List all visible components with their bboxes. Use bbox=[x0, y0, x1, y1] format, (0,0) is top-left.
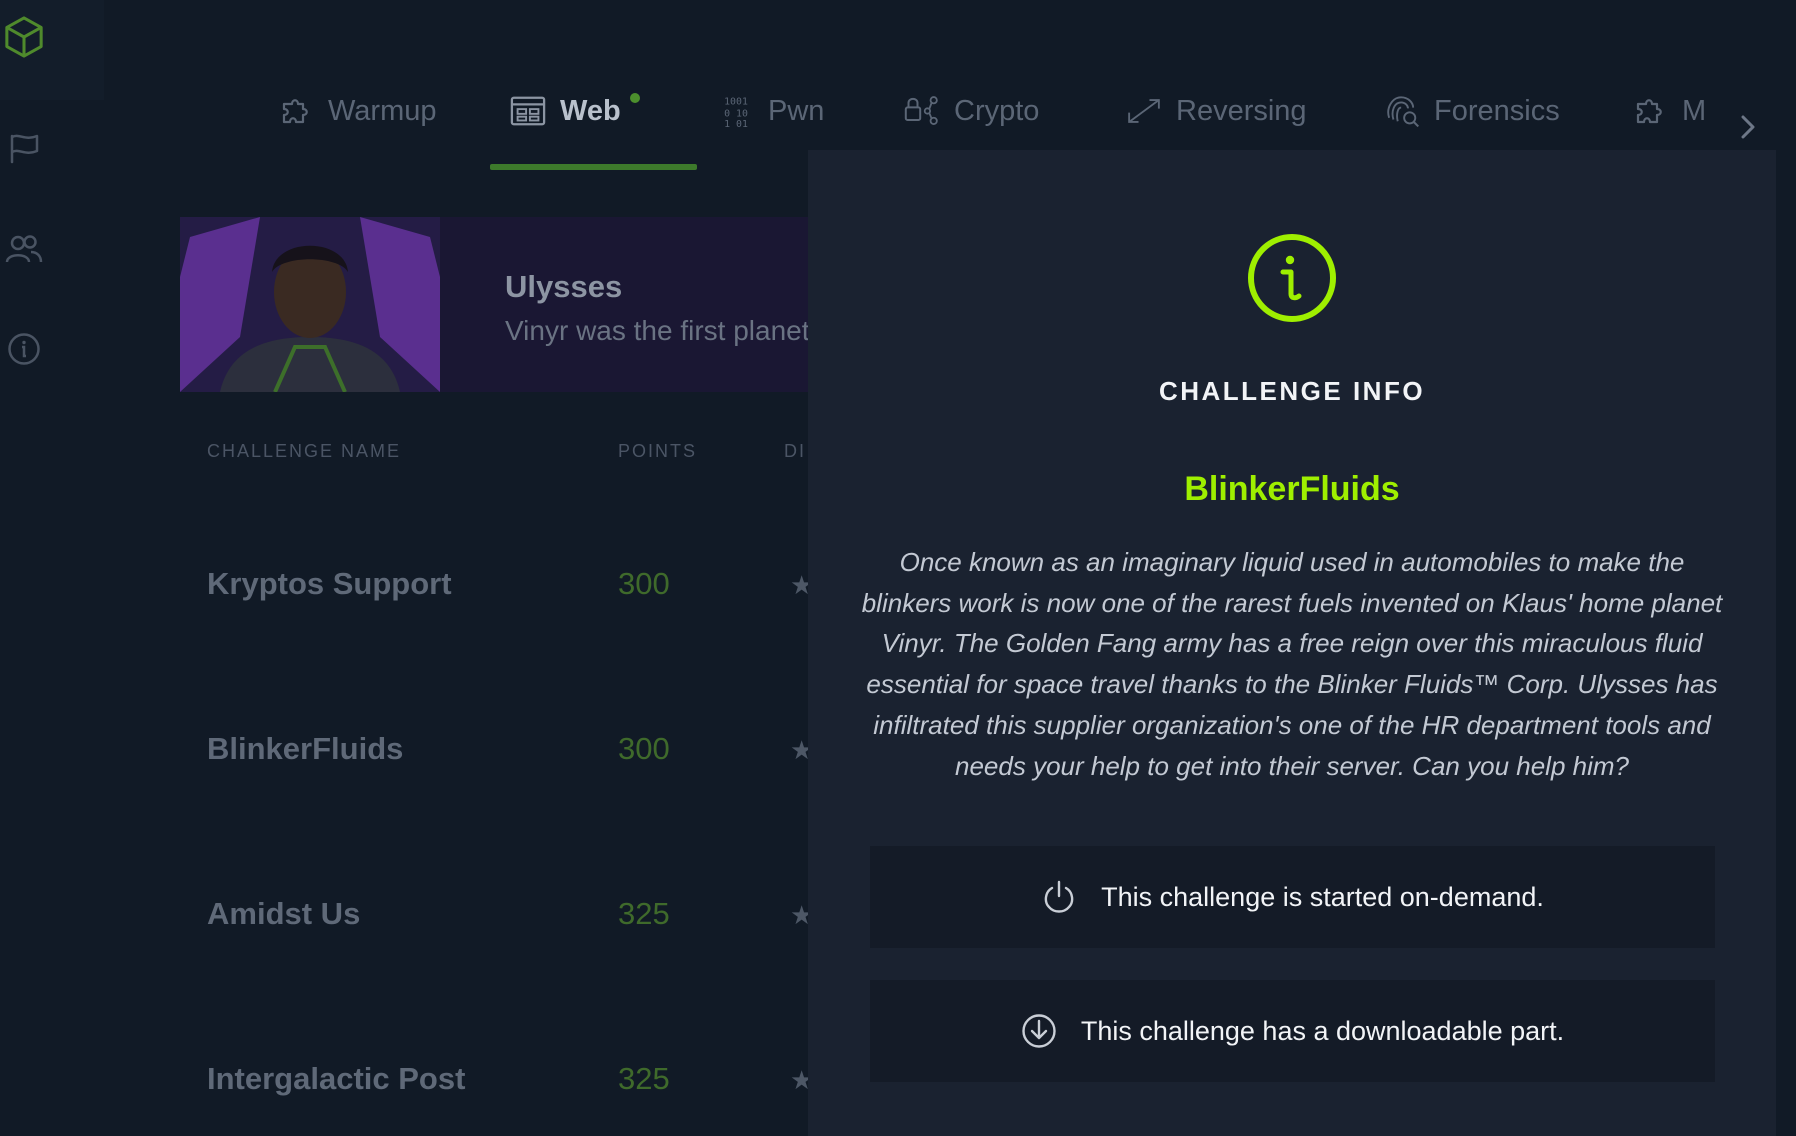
tab-warmup[interactable]: Warmup bbox=[278, 82, 437, 140]
challenge-description: Once known as an imaginary liquid used i… bbox=[861, 547, 1723, 781]
chevron-right-icon[interactable] bbox=[1738, 112, 1758, 151]
svg-text:0 10: 0 10 bbox=[724, 108, 748, 119]
tab-label: Web bbox=[560, 94, 621, 127]
challenge-points: 325 bbox=[618, 896, 670, 931]
power-icon bbox=[1041, 879, 1077, 915]
character-portrait bbox=[180, 217, 440, 392]
fingerprint-search-icon bbox=[1384, 93, 1420, 129]
category-hero-banner: Ulysses Vinyr was the first planet bbox=[180, 217, 810, 392]
challenge-points: 300 bbox=[618, 566, 670, 601]
tab-badge-dot bbox=[630, 93, 640, 103]
challenge-title: BlinkerFluids bbox=[1184, 470, 1400, 508]
active-tab-underline bbox=[490, 164, 697, 170]
tab-more[interactable]: M bbox=[1632, 82, 1706, 140]
challenge-points: 300 bbox=[618, 731, 670, 766]
tab-pwn[interactable]: 1001 0 10 1 01 Pwn bbox=[718, 82, 824, 140]
challenge-info-modal: CHALLENGE INFO BlinkerFluids Once known … bbox=[808, 150, 1776, 1136]
column-header-points: POINTS bbox=[618, 441, 698, 461]
lock-share-icon bbox=[904, 93, 940, 129]
hero-title: Ulysses bbox=[505, 269, 623, 304]
left-rail bbox=[0, 0, 104, 1136]
svg-text:1001: 1001 bbox=[724, 97, 748, 108]
flag-icon[interactable] bbox=[4, 128, 44, 168]
info-icon[interactable] bbox=[4, 329, 44, 369]
column-header-name: CHALLENGE NAME bbox=[207, 441, 402, 461]
tab-label: Forensics bbox=[1434, 94, 1560, 127]
feature-text: This challenge has a downloadable part. bbox=[1080, 1015, 1565, 1046]
tab-web[interactable]: Web bbox=[510, 82, 621, 140]
arrows-diagonal-icon bbox=[1126, 93, 1162, 129]
tab-label: Reversing bbox=[1176, 94, 1307, 127]
challenge-name: Amidst Us bbox=[207, 896, 361, 931]
info-circle-icon bbox=[1246, 232, 1338, 324]
challenge-name: Intergalactic Post bbox=[207, 1061, 466, 1096]
puzzle-icon bbox=[278, 93, 314, 129]
tab-crypto[interactable]: Crypto bbox=[904, 82, 1039, 140]
feature-text: This challenge is started on-demand. bbox=[1101, 881, 1544, 912]
column-header-difficulty: DI bbox=[784, 441, 806, 461]
tab-label: M bbox=[1682, 94, 1707, 127]
challenge-name: BlinkerFluids bbox=[207, 731, 404, 766]
logo-cube-icon[interactable] bbox=[4, 16, 44, 58]
challenge-points: 325 bbox=[618, 1061, 670, 1096]
modal-heading: CHALLENGE INFO bbox=[1158, 376, 1426, 406]
tab-label: Crypto bbox=[954, 94, 1040, 127]
svg-text:1 01: 1 01 bbox=[724, 119, 748, 130]
users-icon[interactable] bbox=[4, 229, 44, 269]
tab-forensics[interactable]: Forensics bbox=[1384, 82, 1560, 140]
browser-icon bbox=[510, 93, 546, 129]
tab-label: Warmup bbox=[328, 94, 437, 127]
tab-reversing[interactable]: Reversing bbox=[1126, 82, 1307, 140]
download-icon bbox=[1021, 1013, 1057, 1049]
downloadable-notice: This challenge has a downloadable part. bbox=[870, 980, 1715, 1082]
binary-icon: 1001 0 10 1 01 bbox=[718, 93, 754, 131]
challenge-name: Kryptos Support bbox=[207, 566, 452, 601]
logo-box bbox=[0, 0, 104, 100]
puzzle-icon bbox=[1632, 93, 1668, 129]
hero-subtitle: Vinyr was the first planet bbox=[505, 315, 810, 346]
tab-label: Pwn bbox=[768, 94, 825, 127]
on-demand-notice: This challenge is started on-demand. bbox=[870, 846, 1715, 948]
